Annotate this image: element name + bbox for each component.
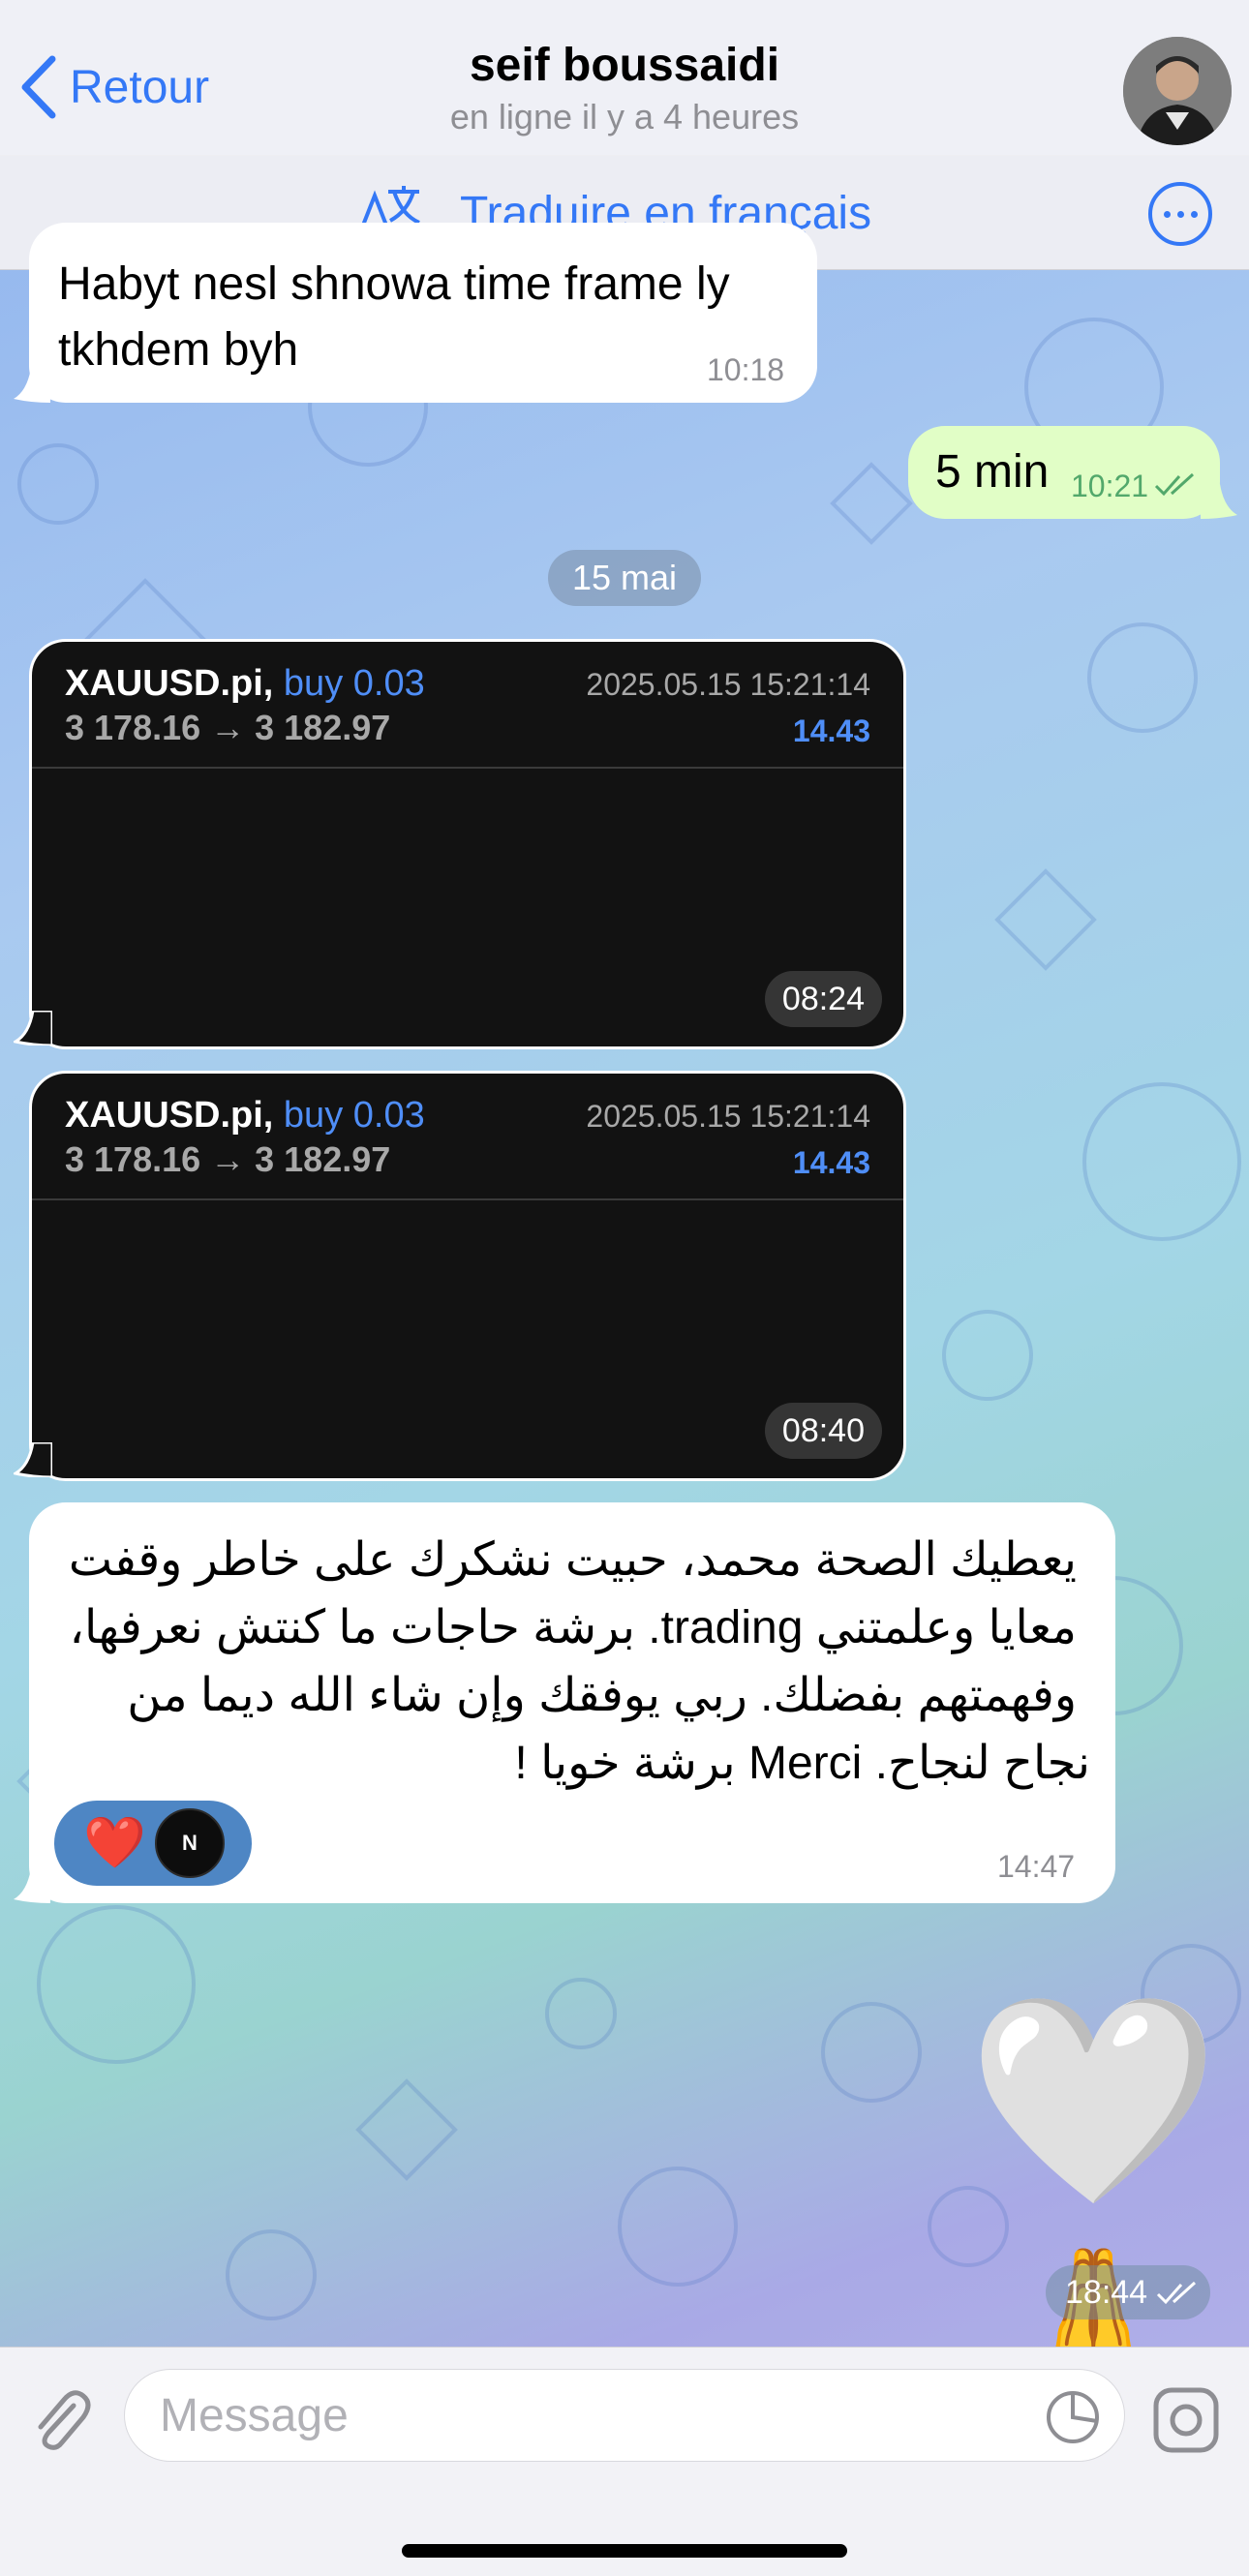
emoji-message[interactable]: 🤍🙏: [736, 1975, 1220, 2466]
trade-datetime: 2025.05.15 15:21:14: [586, 1099, 870, 1134]
message-composer: Message: [0, 2347, 1249, 2576]
sticker-icon[interactable]: [1045, 2389, 1101, 2445]
message-time: 10:18: [707, 352, 785, 387]
bubble-tail: [14, 1868, 50, 1903]
double-check-icon: [1156, 2281, 1197, 2305]
message-time: 08:40: [764, 1403, 882, 1459]
trade-symbol: XAUUSD.pi, buy 0.03: [65, 1095, 425, 1136]
message-incoming[interactable]: Habyt nesl shnowa time frame ly tkhdem b…: [29, 223, 817, 403]
message-text-line: tkhdem byh: [58, 324, 299, 376]
more-options-button[interactable]: [1148, 182, 1212, 246]
attachment-icon[interactable]: [29, 2386, 91, 2454]
contact-name[interactable]: seif boussaidi: [0, 39, 1249, 92]
message-input[interactable]: Message: [124, 2369, 1125, 2462]
message-time-pill: 18:44: [1046, 2265, 1210, 2319]
bubble-tail: [14, 1442, 52, 1477]
double-check-icon: [1154, 472, 1195, 497]
contact-avatar[interactable]: [1123, 37, 1232, 145]
heart-reaction-icon: ❤️: [83, 1815, 146, 1871]
chat-header: Retour seif boussaidi en ligne il y a 4 …: [0, 0, 1249, 156]
trade-symbol: XAUUSD.pi, buy 0.03: [65, 663, 425, 705]
message-text-line: معايا وعلمتني trading. برشة حاجات ما كنت…: [69, 1602, 1078, 1653]
divider: [32, 1198, 903, 1200]
image-message[interactable]: XAUUSD.pi, buy 0.03 3 178.16 → 3 182.97 …: [29, 1071, 906, 1481]
trade-action: buy 0.03: [283, 663, 425, 704]
reaction-badge[interactable]: ❤️ N: [54, 1801, 252, 1886]
trade-profit: 14.43: [792, 713, 870, 748]
message-outgoing[interactable]: 5 min 10:21: [908, 426, 1220, 519]
home-indicator: [402, 2544, 847, 2558]
date-separator: 15 mai: [548, 550, 701, 606]
trade-action: buy 0.03: [283, 1095, 425, 1136]
contact-status: en ligne il y a 4 heures: [449, 97, 800, 136]
image-message[interactable]: XAUUSD.pi, buy 0.03 3 178.16 → 3 182.97 …: [29, 639, 906, 1049]
trade-prices: 3 178.16 → 3 182.97: [65, 708, 391, 747]
symbol-text: XAUUSD.pi,: [65, 1095, 274, 1136]
message-time: 08:24: [764, 971, 882, 1027]
symbol-text: XAUUSD.pi,: [65, 663, 274, 704]
bubble-tail: [1201, 484, 1237, 519]
message-incoming[interactable]: يعطيك الصحة محمد، حبيت نشكرك على خاطر وق…: [29, 1502, 1115, 1903]
camera-video-message-icon[interactable]: [1152, 2386, 1220, 2454]
message-time: 14:47: [997, 1849, 1076, 1884]
message-time: 18:44: [1065, 2274, 1148, 2311]
bubble-tail: [14, 1011, 52, 1046]
message-time: 10:21: [1071, 469, 1149, 503]
trade-profit: 14.43: [792, 1145, 870, 1180]
message-text-line: وفهمتهم بفضلك. ربي يوفقك وإن شاء الله دي…: [127, 1670, 1077, 1721]
trade-prices: 3 178.16 → 3 182.97: [65, 1139, 391, 1179]
message-text-line: نجاح لنجاح. Merci برشة خويا !: [514, 1738, 1090, 1789]
reactor-avatar: N: [155, 1808, 225, 1878]
message-placeholder: Message: [160, 2390, 349, 2441]
trade-datetime: 2025.05.15 15:21:14: [586, 667, 870, 702]
message-text: 5 min: [935, 446, 1050, 498]
message-text-line: Habyt nesl shnowa time frame ly: [58, 258, 730, 310]
bubble-tail: [14, 368, 50, 403]
divider: [32, 767, 903, 769]
message-text-line: يعطيك الصحة محمد، حبيت نشكرك على خاطر وق…: [68, 1534, 1077, 1586]
